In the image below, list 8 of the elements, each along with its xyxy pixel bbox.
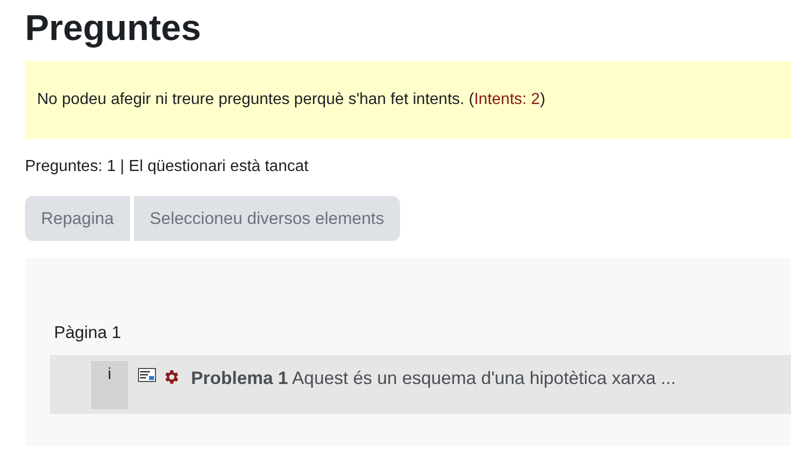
attempts-link[interactable]: Intents: 2 — [474, 91, 540, 108]
alert-message: No podeu afegir ni treure preguntes perquè s'han fet intents. (Intents: 2) — [37, 90, 546, 110]
question-number: i — [91, 360, 128, 408]
quiz-status-text: Preguntes: 1 | El qüestionari està tancat — [25, 157, 308, 177]
question-type-icon — [138, 368, 156, 382]
page-label: Pàgina 1 — [54, 322, 122, 344]
question-text: Problema 1 Aquest és un esquema d'una hipotètica xarxa ... — [191, 366, 676, 390]
page-heading: Preguntes — [25, 6, 202, 50]
